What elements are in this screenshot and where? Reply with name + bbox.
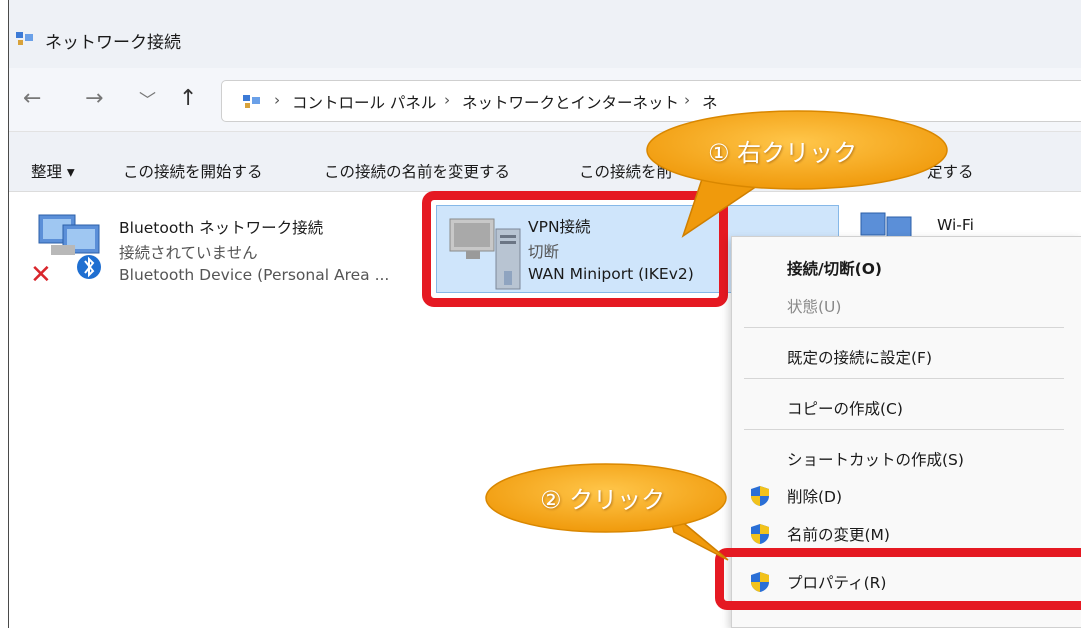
window-title: ネットワーク接続 <box>45 33 181 53</box>
menu-item-label: 接続/切断(O) <box>787 260 883 278</box>
callout-click <box>485 463 729 561</box>
bluetooth-network-icon: ✕ <box>30 214 101 285</box>
uac-shield-icon <box>751 486 769 506</box>
menu-item-label: ショートカットの作成(S) <box>787 451 964 469</box>
menu-item-delete[interactable]: 削除(D) <box>732 475 1081 515</box>
menu-item-label: 状態(U) <box>787 298 842 316</box>
menu-item-label: 削除(D) <box>787 488 843 506</box>
menu-item-label: 名前の変更(M) <box>787 526 890 544</box>
up-button[interactable]: ↑ <box>179 86 197 112</box>
connection-device: Bluetooth Device (Personal Area ... <box>119 266 390 284</box>
back-button[interactable]: ← <box>23 86 41 112</box>
title-bar: ネットワーク接続 <box>9 0 1081 68</box>
connection-bluetooth[interactable]: ✕ Bluetooth ネットワーク接続 接続されていません Bluetooth… <box>9 193 419 293</box>
connection-status: 接続されていません <box>119 244 258 262</box>
menu-separator <box>744 378 1064 379</box>
menu-item-create-copy[interactable]: コピーの作成(C) <box>732 387 1081 427</box>
forward-button[interactable]: → <box>85 86 103 112</box>
callout-right-click-text: ① 右クリック <box>708 139 858 167</box>
callout-right-click <box>646 110 948 238</box>
menu-separator <box>744 327 1064 328</box>
uac-shield-icon <box>751 524 769 544</box>
start-connection-button[interactable]: この接続を開始する <box>123 160 263 182</box>
breadcrumb-separator: › <box>444 91 451 109</box>
rename-connection-button[interactable]: この接続の名前を変更する <box>324 160 510 182</box>
menu-separator <box>744 429 1064 430</box>
organize-menu-button[interactable]: 整理 ▾ <box>31 160 75 182</box>
breadcrumb-separator: › <box>684 91 691 109</box>
menu-item-label: 既定の接続に設定(F) <box>787 349 933 367</box>
menu-item-set-default[interactable]: 既定の接続に設定(F) <box>732 336 1081 376</box>
recent-locations-button[interactable]: ﹀ <box>139 88 156 114</box>
menu-item-create-shortcut[interactable]: ショートカットの作成(S) <box>732 438 1081 478</box>
menu-item-status: 状態(U) <box>732 285 1081 325</box>
properties-annotation-box <box>715 548 1081 610</box>
callout-click-text: ② クリック <box>540 486 666 514</box>
network-connections-icon <box>16 32 33 45</box>
breadcrumb-separator: › <box>274 91 281 109</box>
menu-item-connect-disconnect[interactable]: 接続/切断(O) <box>732 247 1081 287</box>
control-panel-icon <box>243 95 260 108</box>
connection-name: Bluetooth ネットワーク接続 <box>119 219 324 237</box>
menu-item-label: コピーの作成(C) <box>787 400 903 418</box>
breadcrumb-control-panel[interactable]: コントロール パネル <box>292 91 436 113</box>
svg-text:✕: ✕ <box>30 260 52 285</box>
menu-item-rename[interactable]: 名前の変更(M) <box>732 513 1081 553</box>
